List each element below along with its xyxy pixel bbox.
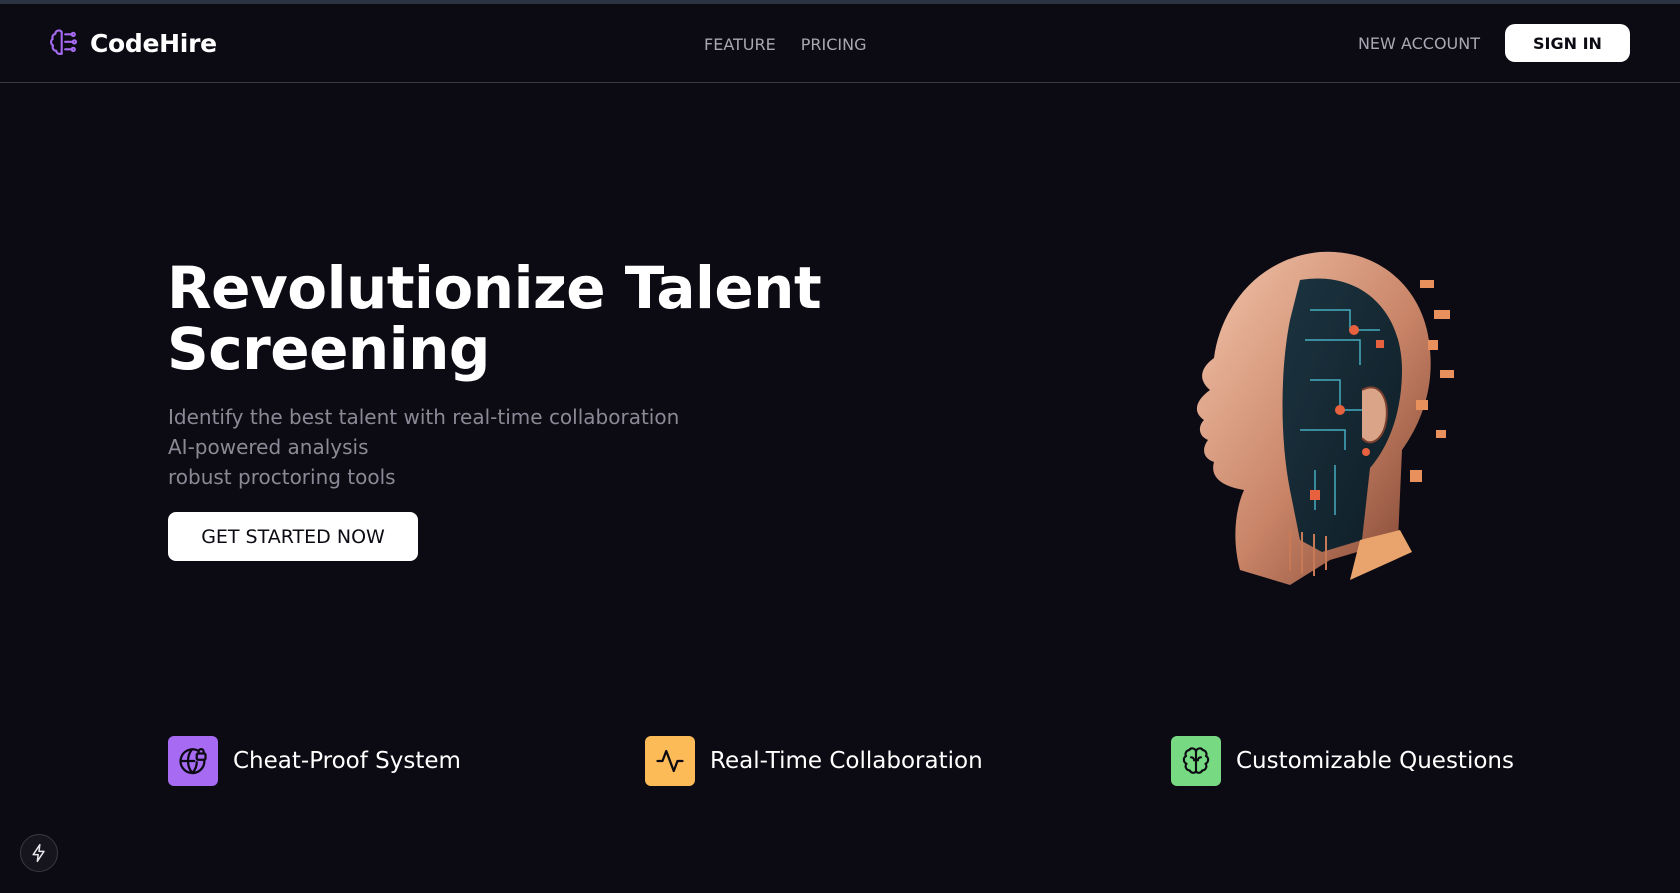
- nav-link-feature[interactable]: FEATURE: [704, 35, 776, 54]
- brand-logo[interactable]: CodeHire: [50, 28, 217, 58]
- brand-name: CodeHire: [90, 28, 217, 58]
- feature-item: Customizable Questions: [1171, 736, 1514, 786]
- lightning-icon: [32, 843, 45, 863]
- main-nav: FEATURE PRICING: [704, 35, 866, 54]
- hero-title: Revolutionize Talent Screening: [167, 258, 927, 380]
- new-account-link[interactable]: NEW ACCOUNT: [1358, 34, 1480, 53]
- hero-subtitle-line: robust proctoring tools: [168, 465, 396, 489]
- hero-subtitle-line: AI-powered analysis: [168, 435, 369, 459]
- brain-icon: [50, 29, 78, 55]
- nav-link-pricing[interactable]: PRICING: [801, 35, 867, 54]
- robotic-head-illustration: [1196, 251, 1454, 585]
- hero-subtitle: Identify the best talent with real-time …: [168, 402, 679, 492]
- feature-list: Cheat-Proof System Real-Time Collaborati…: [0, 736, 1680, 786]
- feature-item: Cheat-Proof System: [168, 736, 461, 786]
- top-navbar: CodeHire FEATURE PRICING NEW ACCOUNT SIG…: [0, 4, 1680, 83]
- hero-subtitle-line: Identify the best talent with real-time …: [168, 405, 680, 429]
- brain-icon: [1171, 736, 1221, 786]
- hero-title-line-2: Screening: [167, 315, 490, 383]
- hero-title-line-1: Revolutionize Talent: [167, 254, 822, 322]
- get-started-button[interactable]: GET STARTED NOW: [168, 512, 418, 561]
- account-actions: NEW ACCOUNT SIGN IN: [1358, 24, 1630, 62]
- feature-item: Real-Time Collaboration: [645, 736, 983, 786]
- sign-in-button[interactable]: SIGN IN: [1505, 24, 1630, 62]
- floating-action-button[interactable]: [20, 834, 58, 872]
- feature-label: Customizable Questions: [1236, 748, 1514, 774]
- activity-icon: [645, 736, 695, 786]
- feature-label: Cheat-Proof System: [233, 748, 461, 774]
- feature-label: Real-Time Collaboration: [710, 748, 983, 774]
- globe-lock-icon: [168, 736, 218, 786]
